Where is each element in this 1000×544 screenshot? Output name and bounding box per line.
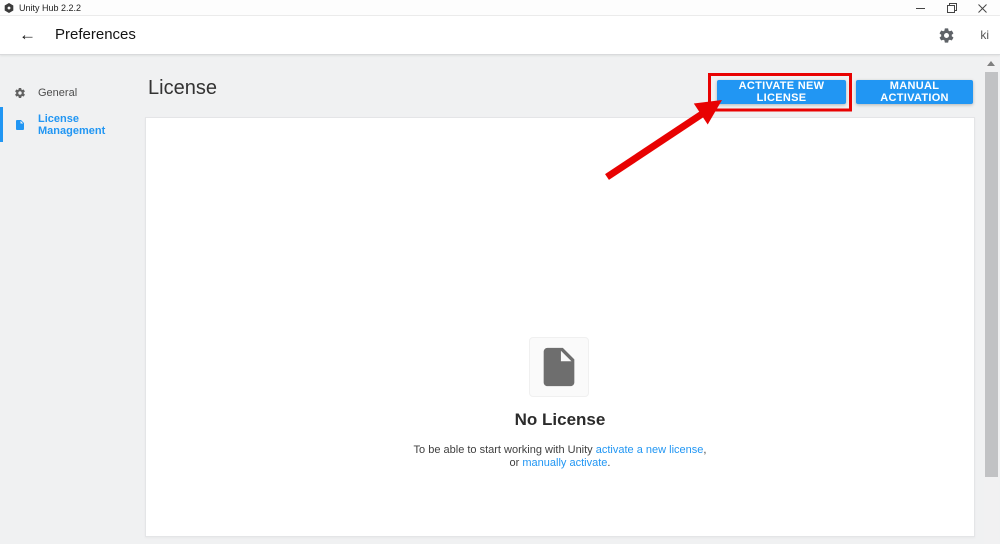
description-text: To be able to start working with Unity: [413, 444, 596, 456]
minimize-button[interactable]: [905, 0, 936, 16]
manual-activation-button[interactable]: MANUAL ACTIVATION: [856, 80, 973, 104]
no-license-icon-box: [529, 337, 589, 397]
close-button[interactable]: [967, 0, 998, 16]
page-header-title: Preferences: [55, 26, 136, 43]
license-panel: No License To be able to start working w…: [145, 117, 975, 537]
file-icon: [543, 347, 575, 387]
gear-icon: [15, 88, 25, 99]
sidebar-item-general[interactable]: General: [0, 81, 144, 105]
scroll-up-arrow-icon[interactable]: [987, 61, 995, 66]
window-title: Unity Hub 2.2.2: [19, 2, 82, 13]
manually-activate-link[interactable]: manually activate: [522, 457, 607, 469]
description-text: ,: [703, 444, 707, 456]
titlebar: Unity Hub 2.2.2: [0, 0, 1000, 16]
no-license-description: To be able to start working with Unity a…: [146, 444, 974, 469]
activate-new-license-link[interactable]: activate a new license: [596, 444, 704, 456]
scrollbar-thumb[interactable]: [985, 72, 998, 477]
sidebar-item-label: License Management: [38, 112, 106, 137]
sidebar: General License Management: [0, 55, 144, 544]
restore-icon: [946, 3, 957, 13]
vertical-scrollbar[interactable]: [984, 55, 999, 544]
unity-hub-window: Unity Hub 2.2.2 ← Preferences ki General…: [0, 0, 1000, 544]
app-header: ← Preferences ki: [0, 16, 1000, 55]
activate-new-license-button[interactable]: ACTIVATE NEW LICENSE: [717, 80, 846, 104]
description-text: or: [509, 456, 523, 469]
sidebar-item-label: General: [38, 87, 78, 99]
close-icon: [978, 3, 987, 13]
user-initials[interactable]: ki: [980, 28, 989, 42]
sidebar-item-license-management[interactable]: License Management: [0, 107, 144, 142]
back-arrow-icon[interactable]: ←: [19, 24, 36, 46]
file-icon: [16, 119, 24, 130]
page-title: License: [148, 77, 217, 99]
description-text: .: [607, 456, 611, 469]
restore-button[interactable]: [936, 0, 967, 16]
minimize-icon: [916, 7, 925, 9]
window-controls: [905, 0, 998, 16]
content-region: General License Management License ACTIV…: [0, 55, 1000, 544]
unity-logo-icon: [4, 2, 14, 13]
no-license-title: No License: [514, 410, 606, 429]
settings-gear-icon[interactable]: [938, 27, 955, 44]
